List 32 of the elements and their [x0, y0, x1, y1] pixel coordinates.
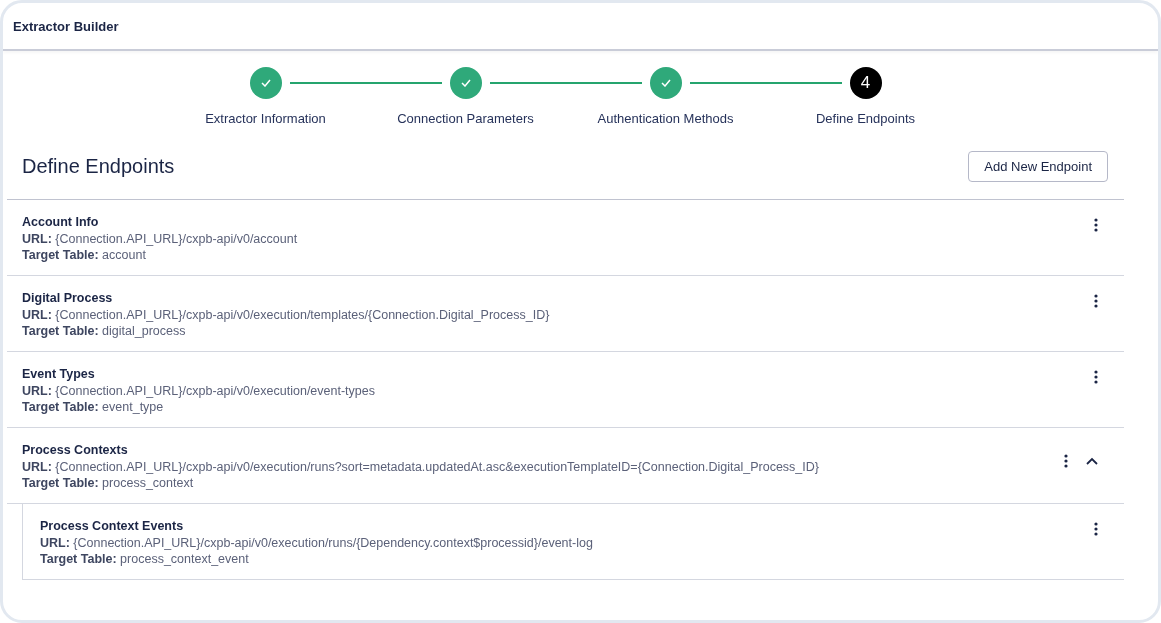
- endpoint-url: URL: {Connection.API_URL}/cxpb-api/v0/execution/runs/{Dependency.context$processid}/event-log: [40, 535, 594, 551]
- step-label: Authentication Methods: [597, 111, 734, 126]
- check-icon: [460, 79, 471, 87]
- step-label: Define Endpoints: [816, 111, 915, 126]
- target-table: Target Table: process_context: [22, 475, 1058, 491]
- endpoint-url: URL: {Connection.API_URL}/cxpb-api/v0/execution/runs?sort=metadata.updatedAt.asc&executionTemplateID={Connection.Digital_Process_ID}: [22, 459, 820, 475]
- endpoint-name: Process Contexts: [22, 442, 129, 459]
- check-icon: [660, 79, 671, 87]
- target-table: Target Table: process_context_event: [40, 551, 1088, 567]
- more-vertical-icon: [1094, 294, 1098, 308]
- step-label: Extractor Information: [205, 111, 326, 126]
- endpoint-name: Digital Process: [22, 290, 114, 307]
- endpoint-name: Account Info: [22, 214, 100, 231]
- more-vertical-icon: [1094, 218, 1098, 232]
- endpoint-name: Process Context Events: [40, 518, 185, 535]
- more-vertical-icon: [1064, 454, 1068, 468]
- endpoint-url: URL: {Connection.API_URL}/cxpb-api/v0/execution/templates/{Connection.Digital_Process_ID}: [22, 307, 551, 323]
- target-table: Target Table: account: [22, 247, 1088, 263]
- check-icon: [260, 79, 271, 87]
- step-indicator: 4: [849, 67, 882, 99]
- target-table: Target Table: digital_process: [22, 323, 1088, 339]
- endpoint-name: Event Types: [22, 366, 96, 383]
- section-heading: Define Endpoints: [22, 155, 175, 178]
- chevron-icon: [1086, 457, 1098, 465]
- window-title: Extractor Builder: [13, 18, 119, 34]
- target-table: Target Table: event_type: [22, 399, 1088, 415]
- step-label: Connection Parameters: [397, 111, 534, 126]
- more-vertical-icon: [1094, 522, 1098, 536]
- endpoint-url: URL: {Connection.API_URL}/cxpb-api/v0/account: [22, 231, 299, 247]
- endpoint-url: URL: {Connection.API_URL}/cxpb-api/v0/execution/event-types: [22, 383, 376, 399]
- add-endpoint-button[interactable]: Add New Endpoint: [968, 151, 1108, 182]
- more-vertical-icon: [1094, 370, 1098, 384]
